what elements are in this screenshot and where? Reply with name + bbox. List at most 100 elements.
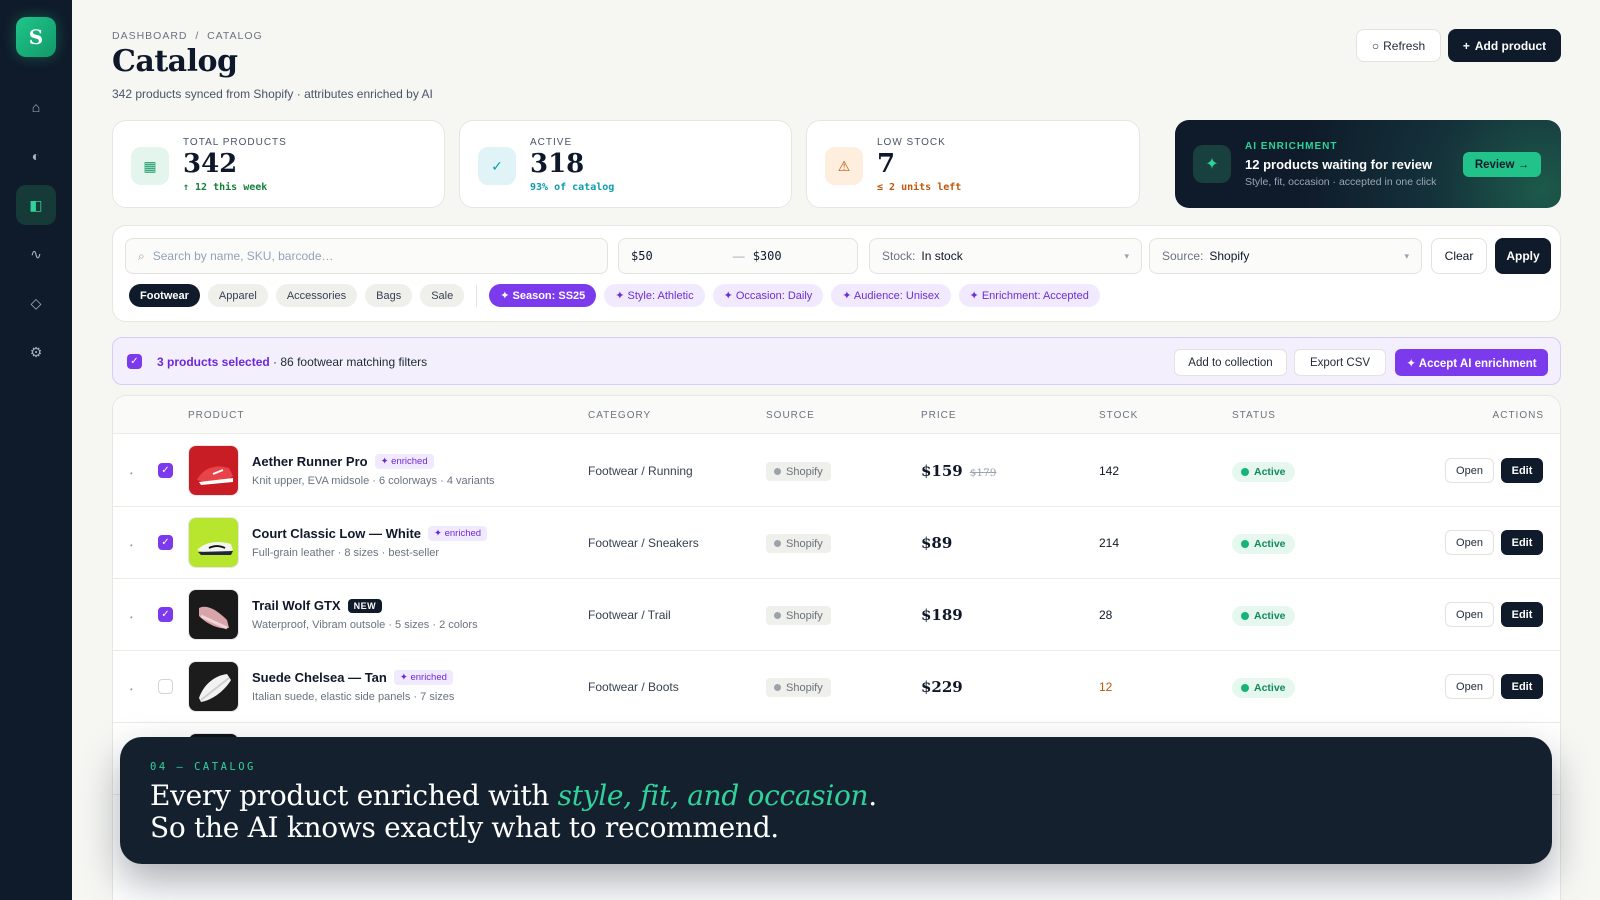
edit-button[interactable]: Edit <box>1501 458 1543 483</box>
search-input[interactable]: ⌕ Search by name, SKU, barcode… <box>125 238 608 274</box>
price-min[interactable]: $50 <box>631 249 653 263</box>
product-name[interactable]: Aether Runner Pro <box>252 454 368 469</box>
source-dot-icon <box>774 540 781 547</box>
edit-button[interactable]: Edit <box>1501 602 1543 627</box>
category-chip-bags[interactable]: Bags <box>365 284 413 307</box>
nav-theme[interactable]: ◐ <box>16 136 56 176</box>
product-name[interactable]: Trail Wolf GTX <box>252 598 341 613</box>
source-dot-icon <box>774 612 781 619</box>
ai-chip-audience[interactable]: ✦ Audience: Unisex <box>831 284 951 307</box>
stock-select[interactable]: Stock: In stock ▾ <box>869 238 1142 274</box>
column-header-price[interactable]: PRICE <box>921 410 957 421</box>
edit-button[interactable]: Edit <box>1501 530 1543 555</box>
row-checkbox[interactable]: ✓ <box>158 607 173 622</box>
row-checkbox[interactable]: ✓ <box>158 463 173 478</box>
product-name[interactable]: Court Classic Low — White <box>252 526 421 541</box>
row-expand-icon[interactable]: • <box>130 613 133 622</box>
source-badge: Shopify <box>766 678 831 697</box>
source-badge: Shopify <box>766 606 831 625</box>
ai-chip-season[interactable]: ✦ Season: SS25 <box>489 284 597 307</box>
nav-home[interactable]: ⌂ <box>16 87 56 127</box>
enriched-badge: ✦ enriched <box>374 454 434 469</box>
apply-button[interactable]: Apply <box>1495 238 1551 274</box>
home-icon: ⌂ <box>31 99 41 115</box>
source-label: Shopify <box>786 465 823 478</box>
nav-diamond[interactable]: ◇ <box>16 283 56 323</box>
product-category: Footwear / Running <box>588 464 693 478</box>
sparkle-icon: ✦ <box>1193 145 1231 183</box>
source-select[interactable]: Source: Shopify ▾ <box>1149 238 1422 274</box>
stat-sub: 93% of catalog <box>530 182 615 193</box>
nav-settings[interactable]: ⚙ <box>16 332 56 372</box>
banner-line1-end: . <box>868 779 877 812</box>
price-range-input[interactable]: $50 — $300 <box>618 238 858 274</box>
ai-chip-enrichment[interactable]: ✦ Enrichment: Accepted <box>958 284 1100 307</box>
ai-card-subtitle: Style, fit, occasion · accepted in one c… <box>1245 176 1437 188</box>
product-name[interactable]: Suede Chelsea — Tan <box>252 670 387 685</box>
brand-logo[interactable]: S <box>16 17 56 57</box>
product-stock: 214 <box>1099 536 1120 550</box>
chevron-down-icon: ▾ <box>1124 250 1129 261</box>
row-expand-icon[interactable]: • <box>130 541 133 550</box>
table-row[interactable]: • ✓ Court Classic Low — White ✦ enriched Ful… <box>113 506 1560 579</box>
table-row[interactable]: • ✓ Trail Wolf GTX NEW Waterproof, Vibram ou… <box>113 578 1560 651</box>
column-header-source[interactable]: SOURCE <box>766 410 815 421</box>
column-header-stock[interactable]: STOCK <box>1099 410 1138 421</box>
category-chip-accessories[interactable]: Accessories <box>275 284 358 307</box>
column-header-status[interactable]: STATUS <box>1232 410 1276 421</box>
product-name-cell: Court Classic Low — White ✦ enriched <box>252 526 488 541</box>
add-product-button[interactable]: + Add product <box>1448 29 1561 62</box>
page-title: Catalog <box>112 44 238 79</box>
nav-analytics[interactable]: ∿ <box>16 234 56 274</box>
banner-headline-line2: So the AI knows exactly what to recommen… <box>150 811 779 844</box>
product-price: $229 <box>921 678 963 696</box>
row-expand-icon[interactable]: • <box>130 685 133 694</box>
ai-chip-style[interactable]: ✦ Style: Athletic <box>604 284 705 307</box>
source-select-value: Shopify <box>1209 249 1250 263</box>
checkmark-icon: ✓ <box>161 609 170 620</box>
category-chip-apparel[interactable]: Apparel <box>207 284 268 307</box>
product-description: Waterproof, Vibram outsole · 5 sizes · 2… <box>252 619 478 631</box>
product-thumbnail <box>188 517 239 568</box>
product-category: Footwear / Trail <box>588 608 671 622</box>
column-header-category[interactable]: CATEGORY <box>588 410 651 421</box>
settings-icon: ⚙ <box>29 343 43 360</box>
stat-label: LOW STOCK <box>877 137 946 148</box>
price-max[interactable]: $300 <box>753 249 782 263</box>
status-badge: Active <box>1232 606 1295 626</box>
product-description: Knit upper, EVA midsole · 6 colorways · … <box>252 475 495 487</box>
column-header-product[interactable]: PRODUCT <box>188 410 244 421</box>
category-chip-footwear[interactable]: Footwear <box>129 284 200 307</box>
check-icon: ✓ <box>478 147 516 185</box>
product-name-cell: Aether Runner Pro ✦ enriched <box>252 454 434 469</box>
open-button[interactable]: Open <box>1445 602 1494 627</box>
row-checkbox[interactable] <box>158 679 173 694</box>
category-chip-sale[interactable]: Sale <box>420 284 465 307</box>
accept-ai-enrichment-button[interactable]: ✦ Accept AI enrichment <box>1395 349 1548 376</box>
product-thumbnail <box>188 661 239 712</box>
ai-chip-occasion[interactable]: ✦ Occasion: Daily <box>712 284 824 307</box>
status-label: Active <box>1254 682 1286 694</box>
open-button[interactable]: Open <box>1445 674 1494 699</box>
refresh-button[interactable]: ○ Refresh <box>1356 29 1441 62</box>
edit-button[interactable]: Edit <box>1501 674 1543 699</box>
page-subtitle: 342 products synced from Shopify · attri… <box>112 87 433 101</box>
add-to-collection-button[interactable]: Add to collection <box>1174 349 1287 376</box>
status-badge: Active <box>1232 678 1295 698</box>
table-row[interactable]: • ✓ Aether Runner Pro ✦ enriched Knit upper,… <box>113 434 1560 507</box>
diamond-icon: ◇ <box>30 294 42 311</box>
nav-catalog[interactable]: ◧ <box>16 185 56 225</box>
open-button[interactable]: Open <box>1445 530 1494 555</box>
checkmark-icon: ✓ <box>161 465 170 476</box>
open-button[interactable]: Open <box>1445 458 1494 483</box>
source-label: Shopify <box>786 537 823 550</box>
review-button[interactable]: Review → <box>1463 152 1541 177</box>
table-row[interactable]: • Suede Chelsea — Tan ✦ enriched Italian su… <box>113 650 1560 723</box>
row-checkbox[interactable]: ✓ <box>158 535 173 550</box>
stat-low-stock: ⚠ LOW STOCK 7 ≤ 2 units left <box>806 120 1140 208</box>
select-all-checkbox[interactable]: ✓ <box>127 354 142 369</box>
export-csv-button[interactable]: Export CSV <box>1294 349 1386 376</box>
row-expand-icon[interactable]: • <box>130 469 133 478</box>
clear-button[interactable]: Clear <box>1431 238 1487 274</box>
checkmark-icon: ✓ <box>161 537 170 548</box>
